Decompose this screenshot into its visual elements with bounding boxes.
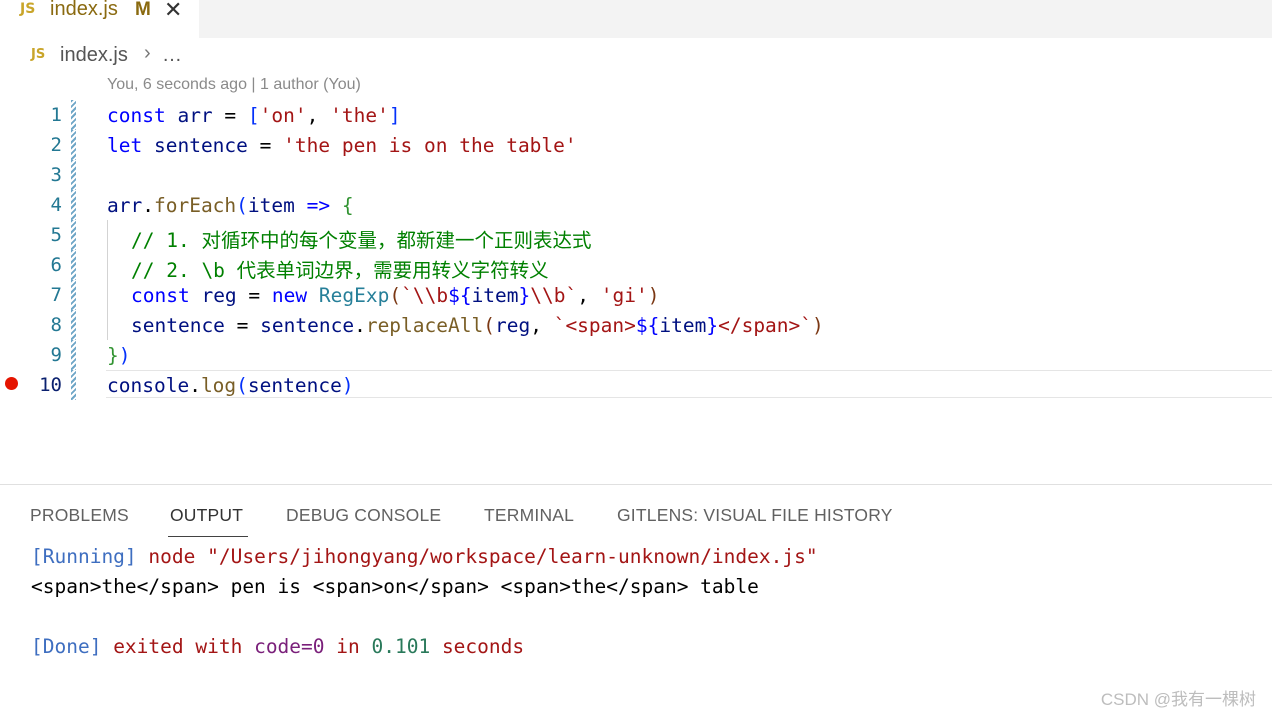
git-modified-gutter[interactable]	[71, 100, 76, 130]
breadcrumb-symbols[interactable]: …	[162, 44, 182, 67]
code-text: arr.forEach(item => {	[107, 194, 354, 217]
breadcrumb-file[interactable]: index.js	[60, 44, 128, 67]
javascript-file-icon: JS	[31, 47, 46, 62]
git-modified-gutter[interactable]	[71, 220, 76, 250]
code-line: 9 })	[0, 340, 1272, 370]
line-number: 9	[50, 344, 62, 366]
git-modified-gutter[interactable]	[71, 190, 76, 220]
line-number: 4	[50, 194, 62, 216]
git-modified-gutter[interactable]	[71, 340, 76, 370]
code-line: 4 arr.forEach(item => {	[0, 190, 1272, 220]
modified-indicator: M	[135, 0, 151, 20]
tab-filename: index.js	[50, 0, 118, 20]
line-number: 10	[39, 374, 62, 396]
editor-tab-bar: JS index.js M ✕	[0, 0, 1272, 38]
line-number: 5	[50, 224, 62, 246]
watermark: CSDN @我有一棵树	[1100, 690, 1256, 709]
code-line: 7 const reg = new RegExp(`\\b${item}\\b`…	[0, 280, 1272, 310]
javascript-file-icon: JS	[20, 1, 36, 17]
line-number: 8	[50, 314, 62, 336]
line-number: 6	[50, 254, 62, 276]
git-modified-gutter[interactable]	[71, 130, 76, 160]
output-running-line: [Running] node "/Users/jihongyang/worksp…	[31, 545, 818, 568]
line-number: 1	[50, 104, 62, 126]
code-comment: // 1. 对循环中的每个变量，都新建一个正则表达式	[131, 229, 592, 252]
code-text: sentence = sentence.replaceAll(reg, `<sp…	[131, 314, 824, 337]
code-text: console.log(sentence)	[107, 374, 354, 397]
code-editor[interactable]: 1 const arr = ['on', 'the'] 2 let senten…	[0, 100, 1272, 400]
git-modified-gutter[interactable]	[71, 310, 76, 340]
code-line-current: 10 console.log(sentence)	[0, 370, 1272, 400]
code-line: 1 const arr = ['on', 'the']	[0, 100, 1272, 130]
close-icon[interactable]: ✕	[164, 0, 182, 23]
code-line: 5 // 1. 对循环中的每个变量，都新建一个正则表达式	[0, 220, 1272, 252]
code-text: let sentence = 'the pen is on the table'	[107, 134, 577, 157]
breadcrumb: JS index.js › …	[0, 38, 1272, 76]
code-comment: // 2. \b 代表单词边界，需要用转义字符转义	[131, 259, 549, 282]
bottom-panel: PROBLEMS OUTPUT DEBUG CONSOLE TERMINAL G…	[0, 484, 1272, 719]
line-number: 3	[50, 164, 62, 186]
chevron-right-icon: ›	[144, 42, 151, 64]
line-number: 2	[50, 134, 62, 156]
code-line: 2 let sentence = 'the pen is on the tabl…	[0, 130, 1272, 160]
line-number: 7	[50, 284, 62, 306]
tab-terminal[interactable]: TERMINAL	[484, 505, 574, 526]
git-blame-codelens[interactable]: You, 6 seconds ago | 1 author (You)	[107, 76, 361, 94]
code-text: const reg = new RegExp(`\\b${item}\\b`, …	[131, 284, 660, 307]
tab-debug-console[interactable]: DEBUG CONSOLE	[286, 505, 441, 526]
git-modified-gutter[interactable]	[71, 160, 76, 190]
tab-gitlens-visual-file-history[interactable]: GITLENS: VISUAL FILE HISTORY	[617, 505, 893, 526]
code-text: })	[107, 344, 131, 367]
tab-index-js[interactable]: JS index.js M ✕	[0, 0, 199, 38]
tab-output[interactable]: OUTPUT	[170, 505, 243, 526]
git-modified-gutter[interactable]	[71, 280, 76, 310]
tab-problems[interactable]: PROBLEMS	[30, 505, 129, 526]
code-text: const arr = ['on', 'the']	[107, 104, 401, 127]
code-line: 8 sentence = sentence.replaceAll(reg, `<…	[0, 310, 1272, 340]
code-line: 6 // 2. \b 代表单词边界，需要用转义字符转义	[0, 250, 1272, 282]
output-result-line: <span>the</span> pen is <span>on</span> …	[31, 575, 759, 598]
git-modified-gutter[interactable]	[71, 250, 76, 280]
output-done-line: [Done] exited with code=0 in 0.101 secon…	[31, 635, 525, 658]
code-line: 3	[0, 160, 1272, 190]
git-modified-gutter[interactable]	[71, 370, 76, 400]
active-tab-underline	[168, 536, 248, 537]
